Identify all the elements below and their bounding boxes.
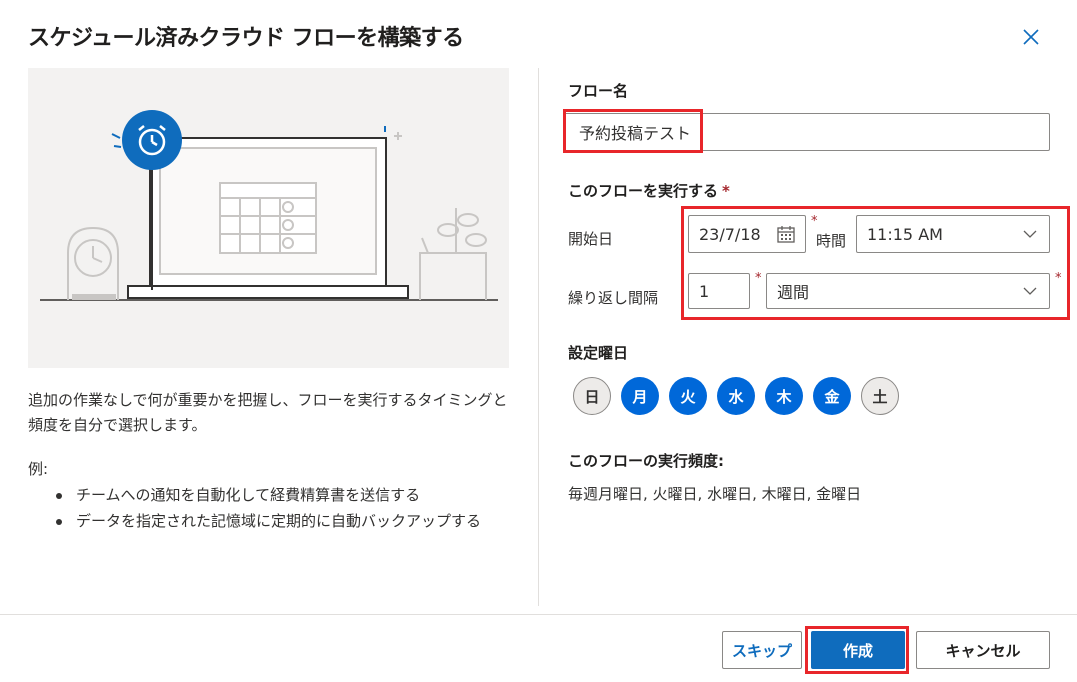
scheduled-flow-illustration: [40, 110, 498, 301]
start-date-picker[interactable]: 23/7/18: [688, 215, 806, 253]
repeat-count-value: 1: [699, 281, 710, 301]
required-mark: *: [722, 182, 730, 200]
chevron-down-icon: [1023, 287, 1037, 295]
flow-name-input[interactable]: 予約投稿テスト: [564, 113, 1050, 151]
weekday-picker: 日月火水木金土: [573, 377, 899, 415]
weekday-button[interactable]: 月: [621, 377, 659, 415]
list-item: チームへの通知を自動化して経費精算書を送信する: [56, 483, 506, 507]
repeat-unit-value: 週間: [777, 283, 810, 302]
close-button[interactable]: [1018, 24, 1044, 50]
desk-clock-icon: [67, 226, 119, 300]
dialog-title: スケジュール済みクラウド フローを構築する: [28, 26, 464, 51]
chevron-down-icon: [1023, 230, 1037, 238]
flow-name-label: フロー名: [568, 82, 629, 100]
repeat-count-input[interactable]: 1: [688, 273, 750, 309]
weekday-button[interactable]: 日: [573, 377, 611, 415]
illustration: [28, 68, 509, 368]
time-value: 11:15 AM: [867, 224, 943, 244]
footer-divider: [0, 614, 1077, 615]
close-icon: [1023, 29, 1039, 45]
repeat-unit-dropdown[interactable]: 週間: [766, 273, 1050, 309]
list-item: データを指定された記憶域に定期的に自動バックアップする: [56, 509, 506, 533]
weekday-label: 設定曜日: [568, 344, 629, 362]
time-label: 時間: [816, 232, 847, 250]
required-mark: *: [755, 271, 762, 286]
vertical-divider: [538, 68, 539, 606]
start-date-value: 23/7/18: [699, 224, 761, 244]
weekday-button[interactable]: 水: [717, 377, 755, 415]
create-button[interactable]: 作成: [811, 631, 905, 669]
flow-name-value: 予約投稿テスト: [579, 124, 692, 143]
skip-button[interactable]: スキップ: [722, 631, 802, 669]
run-section-label: このフローを実行する *: [568, 180, 730, 201]
required-mark: *: [811, 214, 818, 229]
weekday-button[interactable]: 火: [669, 377, 707, 415]
required-mark: *: [1055, 271, 1062, 286]
run-section-text: このフローを実行する: [568, 182, 719, 200]
plant-icon: [419, 208, 487, 300]
examples-label: 例:: [28, 460, 49, 478]
frequency-summary: 毎週月曜日, 火曜日, 水曜日, 木曜日, 金曜日: [568, 485, 862, 503]
repeat-label: 繰り返し間隔: [568, 289, 659, 307]
description: 追加の作業なしで何が重要かを把握し、フローを実行するタイミングと頻度を自分で選択…: [28, 391, 508, 434]
calendar-icon[interactable]: [777, 225, 795, 243]
weekday-button[interactable]: 木: [765, 377, 803, 415]
weekday-button[interactable]: 土: [861, 377, 899, 415]
time-dropdown[interactable]: 11:15 AM: [856, 215, 1050, 253]
examples-list: チームへの通知を自動化して経費精算書を送信する データを指定された記憶域に定期的…: [56, 483, 506, 535]
start-date-label: 開始日: [568, 230, 614, 248]
frequency-label: このフローの実行頻度:: [568, 452, 724, 470]
cancel-button[interactable]: キャンセル: [916, 631, 1050, 669]
weekday-button[interactable]: 金: [813, 377, 851, 415]
